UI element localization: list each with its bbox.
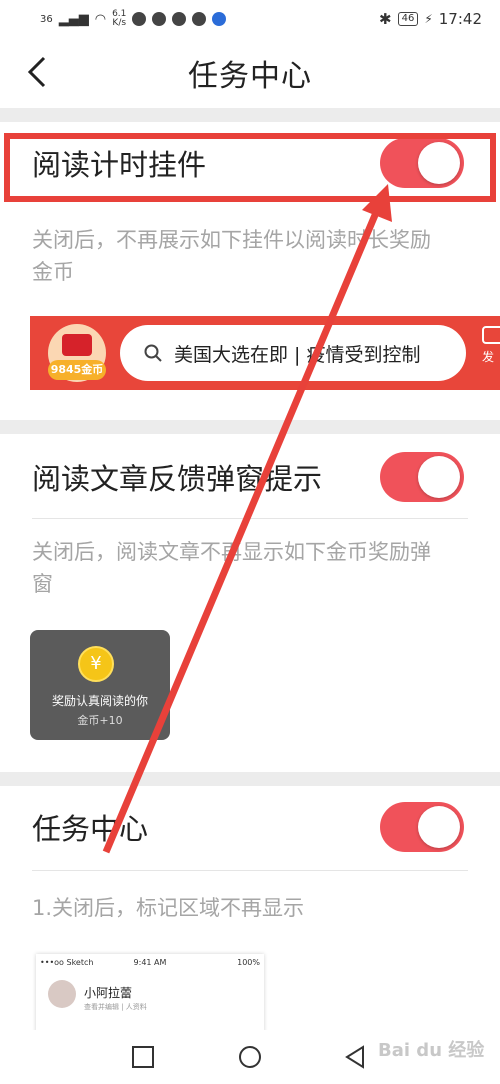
reward-popup-preview: ¥ 奖励认真阅读的你 金币+10: [30, 630, 170, 740]
status-bar: 36 ▂▄▆ ◠ 6.1 K/s ✱ 46 ⚡ 17:42: [0, 0, 500, 38]
task-center-preview: •••oo Sketch 9:41 AM 100% 小阿拉蕾 查看并编辑 | 人…: [36, 954, 264, 1034]
setting-description: 关闭后，不再展示如下挂件以阅读时长奖励 金币: [32, 224, 472, 288]
signal-strength: 36: [40, 13, 53, 25]
section-gap: [0, 108, 500, 122]
coin-icon: ¥: [78, 646, 114, 682]
section-gap: [0, 420, 500, 434]
preview-carrier: •••oo Sketch: [40, 958, 94, 967]
section-gap: [0, 772, 500, 786]
app-icon: [172, 12, 187, 26]
app-icon: [152, 12, 167, 26]
recent-apps-icon[interactable]: [130, 1044, 156, 1070]
app-icon: [192, 12, 207, 26]
page-title: 任务中心: [188, 59, 312, 94]
task-center-toggle[interactable]: [380, 802, 464, 852]
toggle-knob: [418, 806, 460, 848]
setting-label: 阅读文章反馈弹窗提示: [32, 462, 323, 496]
description-line: 金币: [32, 260, 74, 284]
preview-battery: 100%: [237, 958, 260, 967]
clock: 17:42: [438, 10, 482, 28]
description-line: 关闭后，不再展示如下挂件以阅读时长奖励: [32, 228, 431, 252]
back-button[interactable]: [26, 52, 66, 92]
publish-shortcut: 发: [482, 326, 500, 365]
section-task-center: 任务中心 1.关闭后，标记区域不再显示 •••oo Sketch 9:41 AM…: [0, 786, 500, 1034]
setting-description: 1.关闭后，标记区域不再显示: [32, 896, 305, 920]
highlight-box: [4, 133, 496, 202]
chevron-left-icon: [27, 56, 46, 88]
screen: 36 ▂▄▆ ◠ 6.1 K/s ✱ 46 ⚡ 17:42 任务中心 阅读计时挂…: [0, 0, 500, 1084]
bluetooth-icon: ✱: [379, 10, 392, 28]
widget-preview: 9845金币 美国大选在即 | 疫情受到控制 发: [30, 316, 500, 390]
battery-icon: 46: [397, 12, 419, 26]
divider: [32, 518, 468, 519]
search-icon: [144, 344, 162, 362]
divider: [32, 870, 468, 871]
feedback-popup-toggle[interactable]: [380, 452, 464, 502]
publish-label: 发: [482, 350, 495, 364]
app-icon: [212, 12, 227, 26]
coin-balance: 9845金币: [48, 360, 106, 380]
preview-username: 小阿拉蕾: [84, 986, 133, 1000]
network-speed-unit: K/s: [112, 18, 127, 28]
preview-status-bar: •••oo Sketch 9:41 AM 100%: [40, 958, 260, 967]
charging-icon: ⚡: [424, 12, 433, 26]
description-line: 关闭后，阅读文章不再显示如下金币奖励弹: [32, 540, 431, 564]
signal-icon: ▂▄▆: [58, 11, 89, 27]
search-box: 美国大选在即 | 疫情受到控制: [120, 325, 466, 381]
network-speed: 6.1 K/s: [112, 10, 126, 28]
home-icon[interactable]: [237, 1044, 263, 1070]
status-left: 36 ▂▄▆ ◠ 6.1 K/s: [40, 10, 227, 28]
preview-time: 9:41 AM: [133, 958, 167, 967]
setting-description: 关闭后，阅读文章不再显示如下金币奖励弹 窗: [32, 536, 472, 600]
setting-row-feedback-popup: 阅读文章反馈弹窗提示: [32, 452, 464, 502]
gift-icon: [62, 334, 92, 356]
qq-icon: [132, 12, 147, 26]
back-nav-icon[interactable]: [343, 1044, 369, 1070]
description-line: 窗: [32, 572, 53, 596]
watermark: Bai du 经验: [378, 1040, 485, 1061]
setting-label: 任务中心: [32, 812, 149, 846]
camera-icon: [482, 326, 500, 344]
popup-message: 奖励认真阅读的你: [51, 694, 148, 708]
setting-row-task-center: 任务中心: [32, 802, 464, 852]
toggle-knob: [418, 456, 460, 498]
avatar: [48, 980, 76, 1008]
status-right: ✱ 46 ⚡ 17:42: [379, 10, 482, 28]
section-feedback-popup: 阅读文章反馈弹窗提示 关闭后，阅读文章不再显示如下金币奖励弹 窗 ¥ 奖励认真阅…: [0, 434, 500, 772]
wifi-icon: ◠: [94, 11, 107, 27]
popup-reward: 金币+10: [77, 714, 123, 727]
search-text: 美国大选在即 | 疫情受到控制: [174, 343, 421, 366]
header: 任务中心: [0, 38, 500, 108]
preview-subtitle: 查看并编辑 | 人资料: [84, 1003, 147, 1011]
